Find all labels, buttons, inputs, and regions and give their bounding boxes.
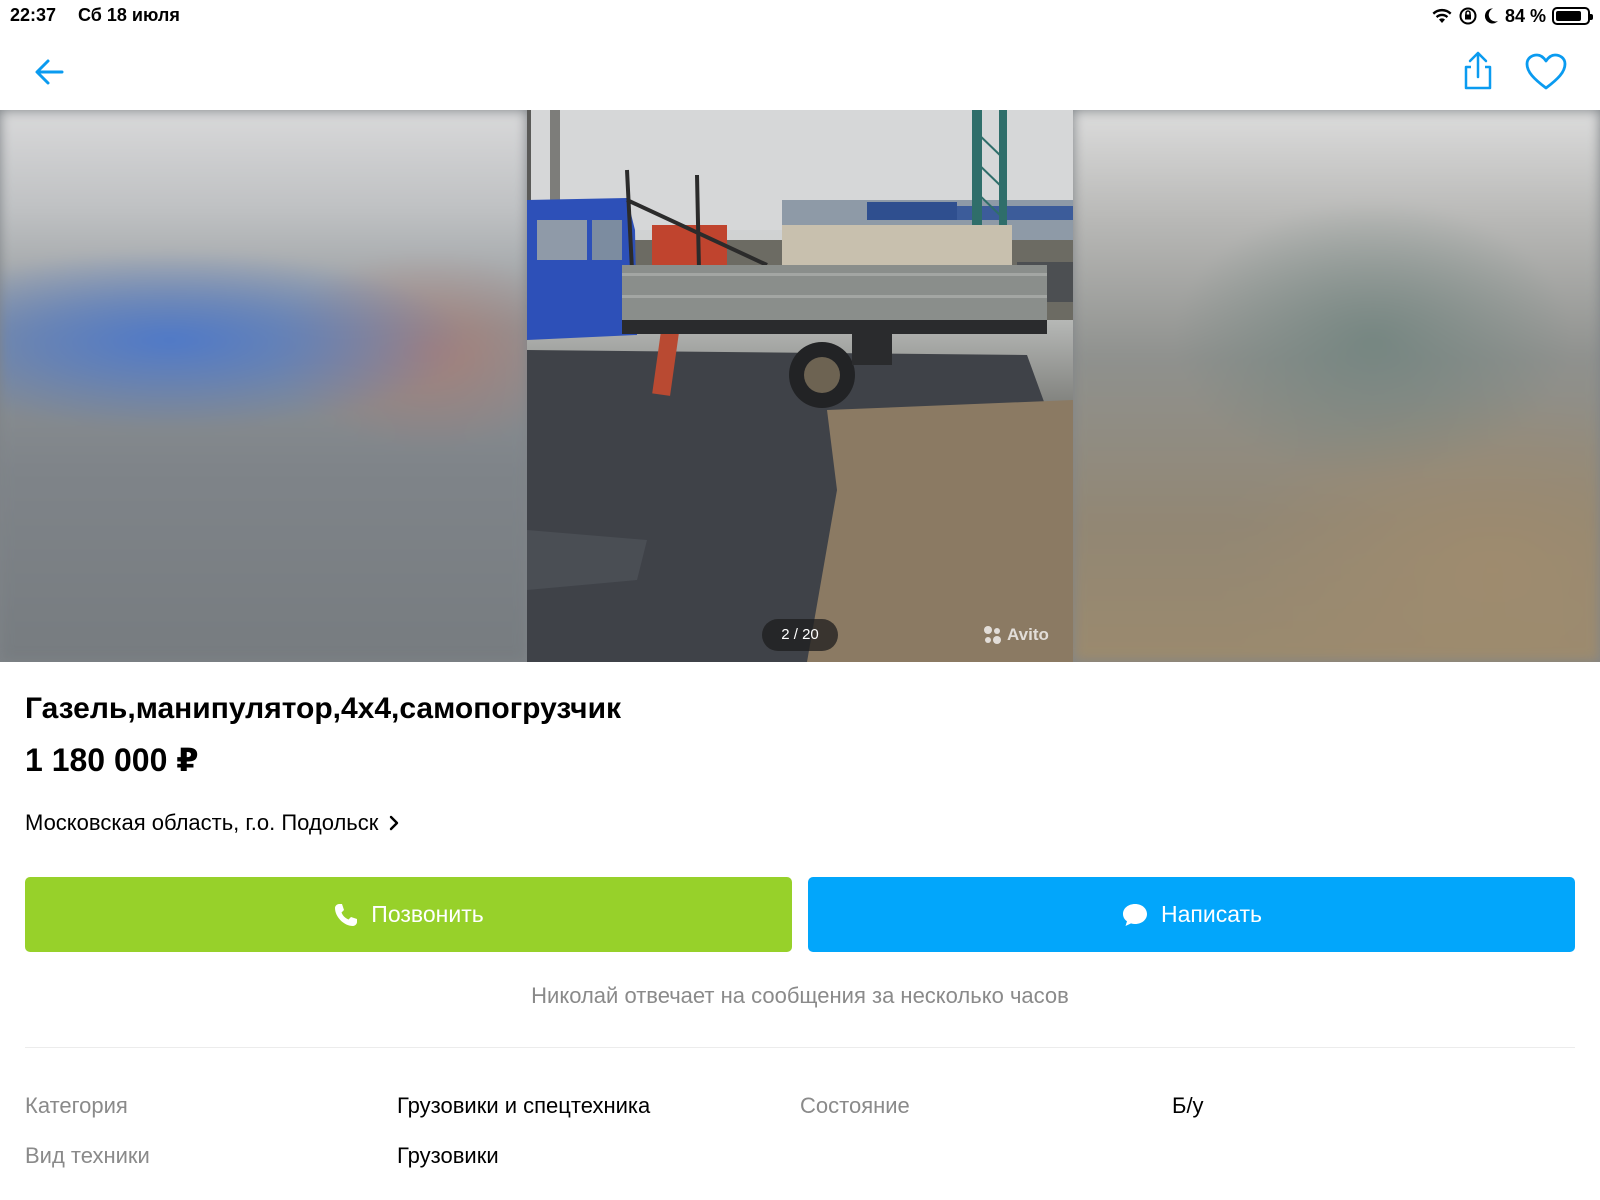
battery-icon (1552, 7, 1593, 25)
arrow-left-icon (35, 59, 64, 85)
battery-percentage: 84 % (1504, 5, 1546, 26)
orientation-lock-icon (1459, 7, 1477, 25)
favorite-button[interactable] (1524, 52, 1568, 92)
param-label-category: Категория (25, 1093, 128, 1118)
moon-icon (1484, 8, 1498, 24)
share-button[interactable] (1458, 50, 1498, 92)
seller-reply-note: Николай отвечает на сообщения за несколь… (531, 983, 1069, 1008)
listing-title: Газель,манипулятор,4x4,самопогрузчик (25, 692, 622, 725)
location-text: Московская область, г.о. Подольск (25, 810, 379, 835)
wifi-icon (1432, 8, 1452, 23)
param-value-vehicle-type: Грузовики (397, 1143, 499, 1168)
call-button[interactable]: Позвонить (25, 877, 792, 952)
status-time: 22:37 (10, 5, 57, 25)
battery-level (1556, 11, 1582, 21)
param-value-category: Грузовики и спецтехника (397, 1093, 651, 1118)
param-label-condition: Состояние (800, 1093, 910, 1118)
location-link[interactable]: Московская область, г.о. Подольск (25, 810, 400, 836)
param-value-condition: Б/у (1172, 1093, 1204, 1118)
listing-price: 1 180 000 ₽ (25, 742, 199, 778)
heart-icon (1525, 53, 1567, 90)
param-label-vehicle-type: Вид техники (25, 1143, 150, 1168)
chevron-right-icon (390, 815, 399, 831)
chat-bubble-icon (1122, 903, 1147, 926)
share-icon (1464, 51, 1492, 90)
call-button-label: Позвонить (371, 901, 484, 927)
listing-photo[interactable] (527, 110, 1073, 662)
phone-icon (335, 903, 358, 926)
status-bar: 22:37 Сб 18 июля 84 % (0, 0, 1600, 34)
previous-photo-preview (0, 110, 527, 662)
avito-logo-icon (984, 626, 1001, 644)
back-button[interactable] (30, 52, 70, 92)
status-indicators: 84 % (1431, 4, 1593, 28)
photo-gallery[interactable]: 2 / 20 Avito (0, 110, 1600, 662)
message-button-label: Написать (1160, 901, 1262, 927)
photo-counter: 2 / 20 (762, 619, 838, 651)
message-button[interactable]: Написать (808, 877, 1575, 952)
status-date: Сб 18 июля (78, 5, 180, 25)
truck-photo-illustration (527, 110, 1073, 662)
nav-bar (0, 34, 1600, 110)
avito-watermark: Avito (983, 623, 1049, 647)
divider (25, 1047, 1575, 1048)
next-photo-preview (1073, 110, 1600, 662)
watermark-text: Avito (1007, 625, 1049, 644)
